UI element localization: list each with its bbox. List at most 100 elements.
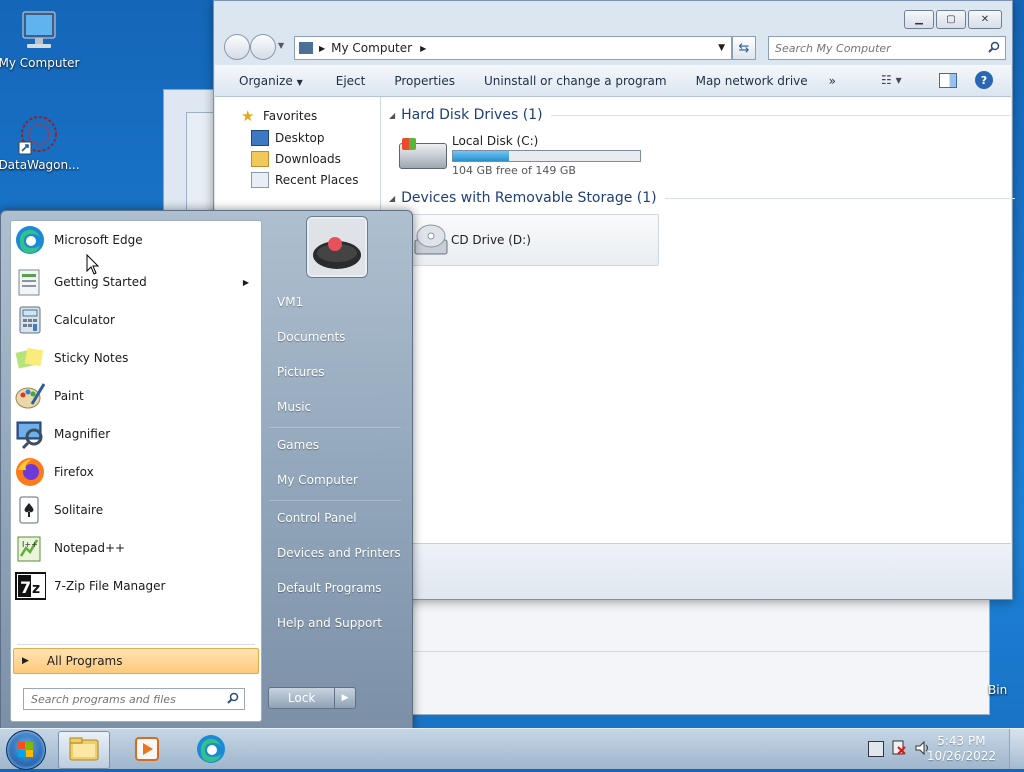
map-drive-button[interactable]: Map network drive [682,74,823,88]
lock-button[interactable]: Lock [268,687,336,709]
start-help-support[interactable]: Help and Support [277,616,382,630]
nav-downloads[interactable]: Downloads [251,151,341,167]
program-solitaire[interactable]: Solitaire [13,493,259,527]
drive-cd[interactable]: CD Drive (D:) [407,214,659,266]
calculator-icon [14,304,46,336]
magnifier-icon [14,418,46,450]
start-menu: Microsoft Edge Getting Started ▶ Calcula… [0,210,413,730]
recent-places-icon [251,172,269,188]
search-box[interactable] [768,36,1006,60]
address-bar[interactable]: ▶ My Computer ▶ ▼ [294,36,732,60]
program-7zip[interactable]: 7z 7-Zip File Manager [13,569,259,603]
close-icon: ✕ [980,14,990,25]
maximize-button[interactable]: ▢ [936,10,966,29]
taskbar-media-player-button[interactable] [122,731,172,767]
start-user-folder[interactable]: VM1 [277,295,303,309]
paint-icon [14,380,46,412]
desktop-icon-label: DataWagon... [0,158,80,172]
action-center-icon[interactable] [892,740,906,756]
program-firefox[interactable]: Firefox [13,455,259,489]
getting-started-icon [14,266,46,298]
star-icon: ★ [241,107,255,125]
recent-pages-dropdown[interactable]: ▼ [278,41,284,50]
chevron-right-icon[interactable]: ▶ [420,44,426,53]
program-magnifier[interactable]: Magnifier [13,417,259,451]
group-hard-disk-drives[interactable]: ◢ Hard Disk Drives (1) [389,107,1011,123]
nav-favorites[interactable]: ★ Favorites [241,107,317,125]
start-control-panel[interactable]: Control Panel [277,511,357,525]
start-button[interactable] [6,730,46,770]
minimize-button[interactable]: ▁ [904,10,934,29]
start-documents[interactable]: Documents [277,330,345,344]
program-getting-started[interactable]: Getting Started ▶ [13,265,259,299]
search-input[interactable] [769,40,988,56]
nav-desktop[interactable]: Desktop [251,130,325,146]
svg-text:I++: I++ [22,540,38,549]
background-window [400,598,990,715]
shutdown-options-button[interactable]: ▶ [335,687,356,709]
program-calculator[interactable]: Calculator [13,303,259,337]
drive-local-disk[interactable]: Local Disk (C:) 104 GB free of 149 GB [399,133,649,179]
hard-drive-icon [399,138,447,169]
eject-button[interactable]: Eject [318,74,381,88]
svg-text:7: 7 [20,578,31,597]
taskbar-explorer-button[interactable] [58,731,110,769]
mouse-cursor-icon [86,253,100,279]
recycle-bin-label[interactable]: Bin [988,683,1007,697]
notepadpp-icon: I++ [14,532,46,564]
firefox-icon [14,456,46,488]
close-button[interactable]: ✕ [968,10,1002,29]
folder-icon [69,737,99,761]
start-my-computer[interactable]: My Computer [277,473,358,487]
start-games[interactable]: Games [277,438,319,452]
address-segment[interactable]: My Computer [331,41,412,55]
start-music[interactable]: Music [277,400,311,414]
sticky-notes-icon [14,342,46,374]
view-options-icon[interactable]: ☷ ▾ [881,73,902,87]
organize-menu[interactable]: Organize ▼ [215,74,318,88]
chevron-right-icon: ▶ [319,43,326,53]
windows-logo-icon [18,742,33,757]
more-commands-button[interactable]: » [823,74,851,88]
network-icon[interactable] [868,741,884,757]
all-programs-button[interactable]: ▶ All Programs [13,648,259,674]
refresh-icon: ⇆ [738,40,750,56]
preview-pane-icon[interactable] [939,73,957,88]
search-icon[interactable] [988,41,1000,56]
start-default-programs[interactable]: Default Programs [277,581,382,595]
back-button[interactable] [224,34,250,60]
start-pictures[interactable]: Pictures [277,365,325,379]
start-search-input[interactable] [24,691,227,707]
group-removable-storage[interactable]: ◢ Devices with Removable Storage (1) [389,190,1015,206]
help-icon[interactable]: ? [975,71,993,89]
search-icon[interactable] [227,692,239,707]
drive-usage-fill [453,151,510,161]
properties-button[interactable]: Properties [380,74,470,88]
computer-icon [15,10,63,54]
collapse-icon: ◢ [389,110,396,120]
chevron-down-icon: ▼ [296,77,303,87]
show-desktop-button[interactable] [1009,729,1024,769]
uninstall-button[interactable]: Uninstall or change a program [470,74,682,88]
system-clock[interactable]: 5:43 PM 10/26/2022 [927,734,996,764]
title-bar[interactable]: ▁ ▢ ✕ [214,1,1012,31]
edge-icon [14,224,46,256]
computer-icon [299,42,313,54]
desktop-icon-my-computer[interactable]: My Computer [0,10,81,70]
taskbar: 5:43 PM 10/26/2022 [0,728,1024,770]
start-devices-printers[interactable]: Devices and Printers [277,546,401,560]
start-search-box[interactable] [23,688,245,710]
program-paint[interactable]: Paint [13,379,259,413]
address-dropdown-icon[interactable]: ▼ [718,43,725,53]
program-microsoft-edge[interactable]: Microsoft Edge [13,223,259,257]
program-notepadpp[interactable]: I++ Notepad++ [13,531,259,565]
taskbar-edge-button[interactable] [186,731,236,767]
desktop-icon-label: My Computer [0,56,80,70]
media-player-icon [135,737,159,761]
refresh-button[interactable]: ⇆ [732,36,756,60]
desktop-icon-datawagon[interactable]: DataWagon... [0,112,81,172]
forward-button[interactable] [250,34,276,60]
user-picture[interactable] [307,217,367,277]
program-sticky-notes[interactable]: Sticky Notes [13,341,259,375]
nav-recent-places[interactable]: Recent Places [251,172,358,188]
